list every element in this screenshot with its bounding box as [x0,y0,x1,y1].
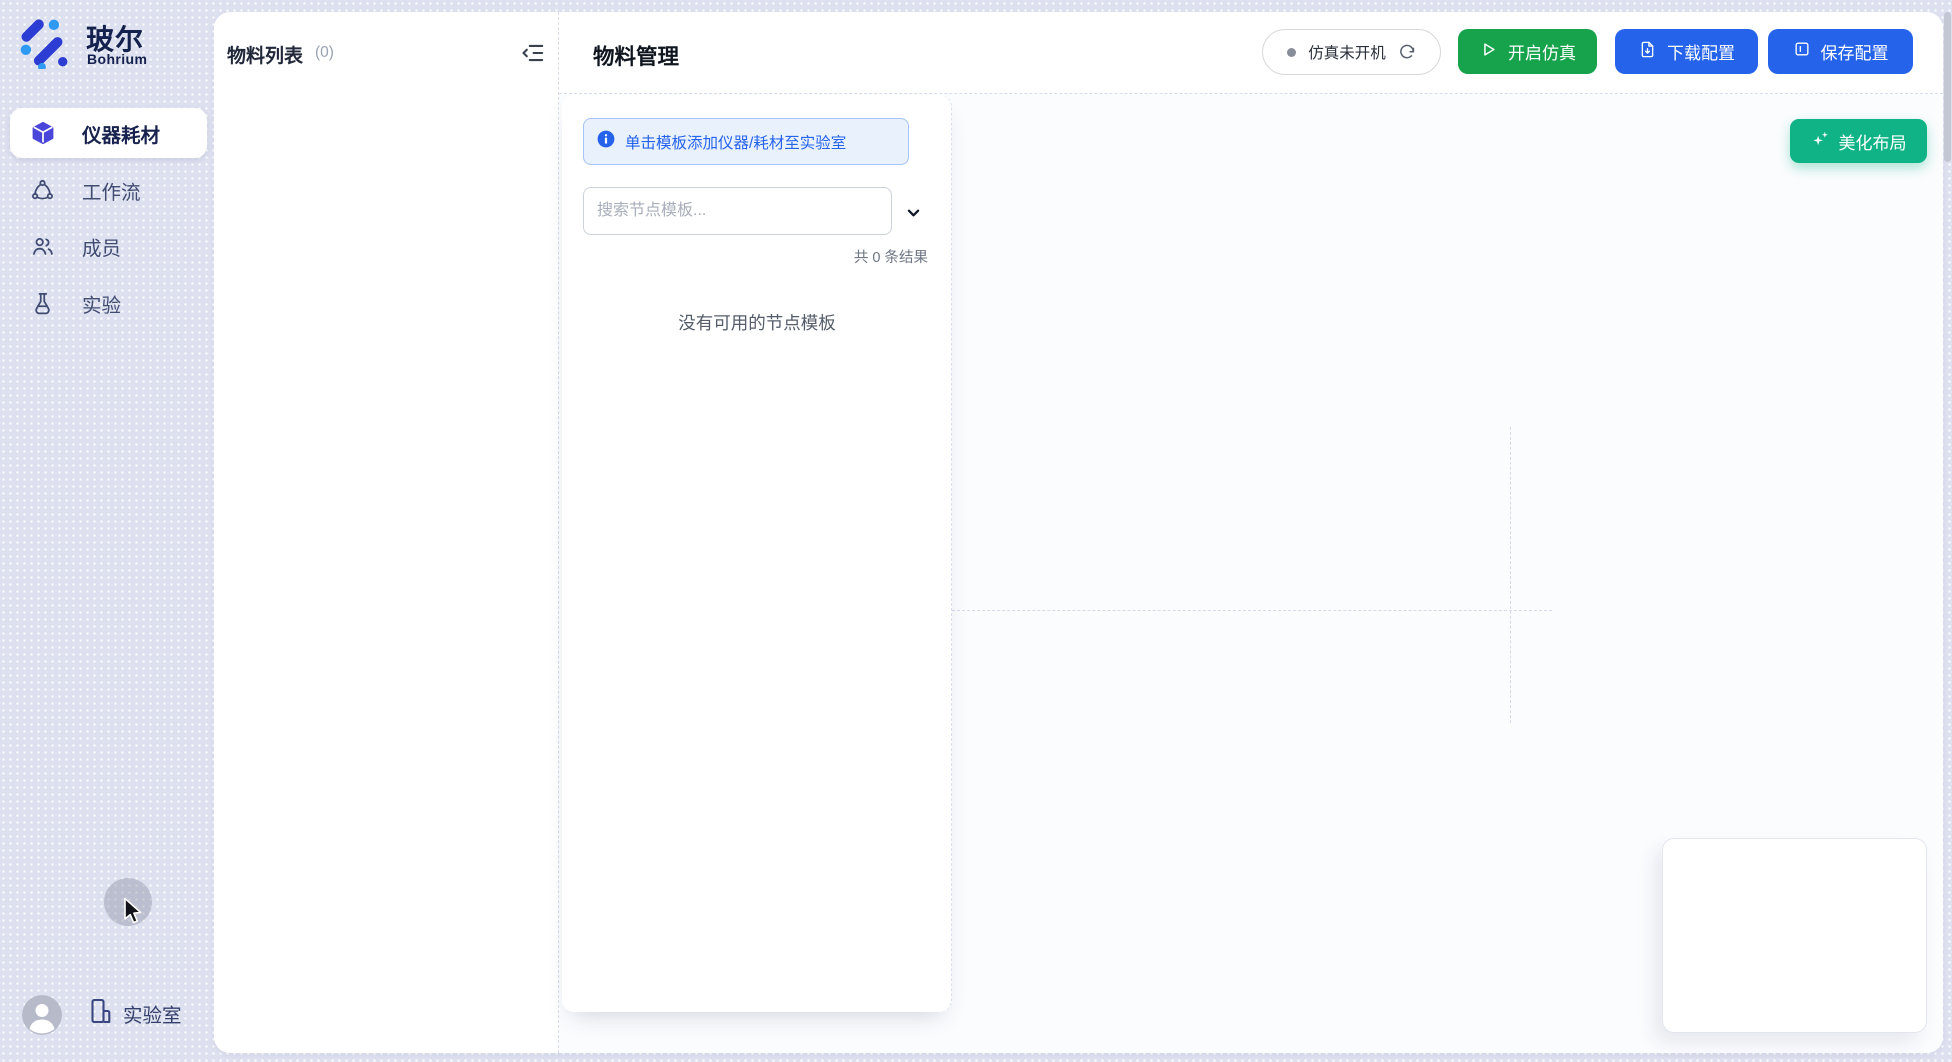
building-icon [88,997,114,1030]
indent-decrease-icon[interactable] [520,40,546,66]
start-simulation-button[interactable]: 开启仿真 [1458,29,1597,74]
sidebar-item-label: 工作流 [82,176,141,205]
bohrium-logo-icon [16,15,70,69]
minimap-panel[interactable] [1662,838,1927,1033]
start-simulation-label: 开启仿真 [1508,39,1576,64]
save-config-label: 保存配置 [1821,39,1889,64]
sidebar-item-members[interactable]: 成员 [10,221,207,271]
header-divider [559,93,1943,94]
sidebar-item-instruments[interactable]: 仪器耗材 [10,108,207,158]
save-icon [1793,40,1811,63]
refresh-icon[interactable] [1398,43,1416,61]
laboratory-label: 实验室 [123,999,182,1028]
status-dot [1287,48,1296,57]
workflow-icon [30,177,56,203]
download-config-label: 下载配置 [1667,39,1735,64]
result-count: 共 0 条结果 [583,246,928,267]
chevron-down-icon[interactable] [899,198,927,226]
cube-icon [30,120,56,146]
save-config-button[interactable]: 保存配置 [1768,29,1913,74]
beautify-layout-label: 美化布局 [1839,129,1907,154]
user-avatar[interactable] [22,995,62,1035]
file-download-icon [1638,40,1657,64]
sidebar-item-label: 仪器耗材 [82,119,160,148]
template-hint-banner: 单击模板添加仪器/耗材至实验室 [583,118,909,165]
sparkles-icon [1811,129,1830,153]
sidebar-item-label: 实验 [82,289,121,318]
play-icon [1479,40,1498,64]
canvas-guide-vertical [1510,427,1511,723]
canvas-guide-horizontal [952,610,1552,611]
simulation-status-pill: 仿真未开机 [1262,29,1441,75]
status-label: 仿真未开机 [1308,41,1386,63]
template-hint-text: 单击模板添加仪器/耗材至实验室 [625,131,846,153]
app-root: 玻尔 Bohrium 仪器耗材 工作流 [0,0,1952,1062]
material-list-title: 物料列表 [227,41,303,68]
users-icon [30,233,56,259]
panel-divider [558,12,559,1053]
search-input[interactable] [583,187,892,235]
beautify-layout-button[interactable]: 美化布局 [1790,119,1927,163]
material-list-count: (0) [315,44,334,62]
page-title: 物料管理 [593,40,679,71]
test-tube-icon [30,290,56,316]
empty-state-text: 没有可用的节点模板 [562,310,952,335]
cursor-arrow [123,897,147,927]
sidebar-item-workflow[interactable]: 工作流 [10,165,207,215]
sidebar-item-label: 成员 [82,232,121,261]
download-config-button[interactable]: 下载配置 [1615,29,1758,74]
info-circle-icon [597,130,615,153]
sidebar-item-experiments[interactable]: 实验 [10,278,207,328]
brand-subtitle: Bohrium [87,51,147,67]
sidebar-item-laboratory[interactable]: 实验室 [88,997,182,1030]
scrollbar-thumb[interactable] [1944,12,1951,162]
